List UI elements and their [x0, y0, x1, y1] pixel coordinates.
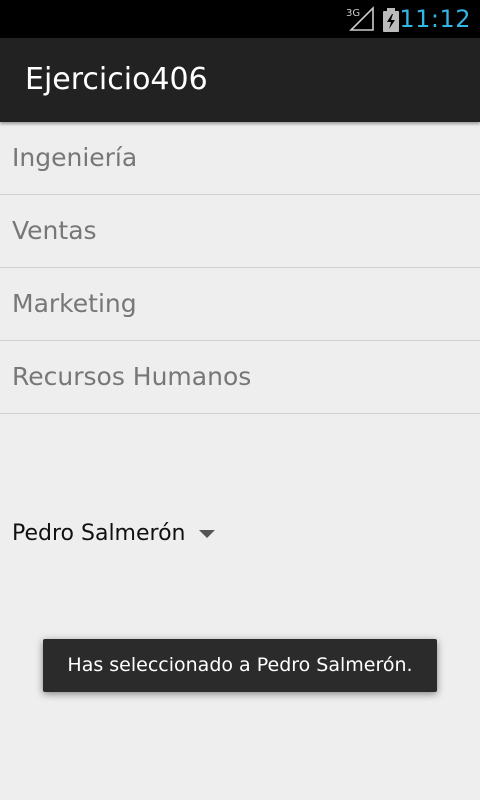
list-item-marketing[interactable]: Marketing [0, 268, 480, 341]
signal-icon: 3G [346, 6, 374, 31]
network-type-label: 3G [346, 8, 360, 19]
app-title: Ejercicio406 [25, 62, 208, 97]
list-item-recursos-humanos[interactable]: Recursos Humanos [0, 341, 480, 414]
spinner-selected-value: Pedro Salmerón [12, 521, 186, 546]
list-item-label: Recursos Humanos [12, 362, 252, 391]
status-bar: 3G 11:12 [0, 0, 480, 38]
status-clock: 11:12 [399, 5, 471, 33]
department-list: Ingeniería Ventas Marketing Recursos Hum… [0, 122, 480, 414]
toast-message: Has seleccionado a Pedro Salmerón. [43, 639, 437, 692]
battery-charging-icon [383, 8, 399, 32]
dropdown-arrow-icon [199, 530, 215, 538]
list-item-ingenieria[interactable]: Ingeniería [0, 122, 480, 195]
toast-text: Has seleccionado a Pedro Salmerón. [67, 654, 413, 676]
list-item-label: Ingeniería [12, 143, 138, 172]
list-item-ventas[interactable]: Ventas [0, 195, 480, 268]
list-item-label: Ventas [12, 216, 97, 245]
action-bar: Ejercicio406 [0, 38, 480, 122]
list-item-label: Marketing [12, 289, 137, 318]
employee-spinner[interactable]: Pedro Salmerón [0, 512, 230, 556]
